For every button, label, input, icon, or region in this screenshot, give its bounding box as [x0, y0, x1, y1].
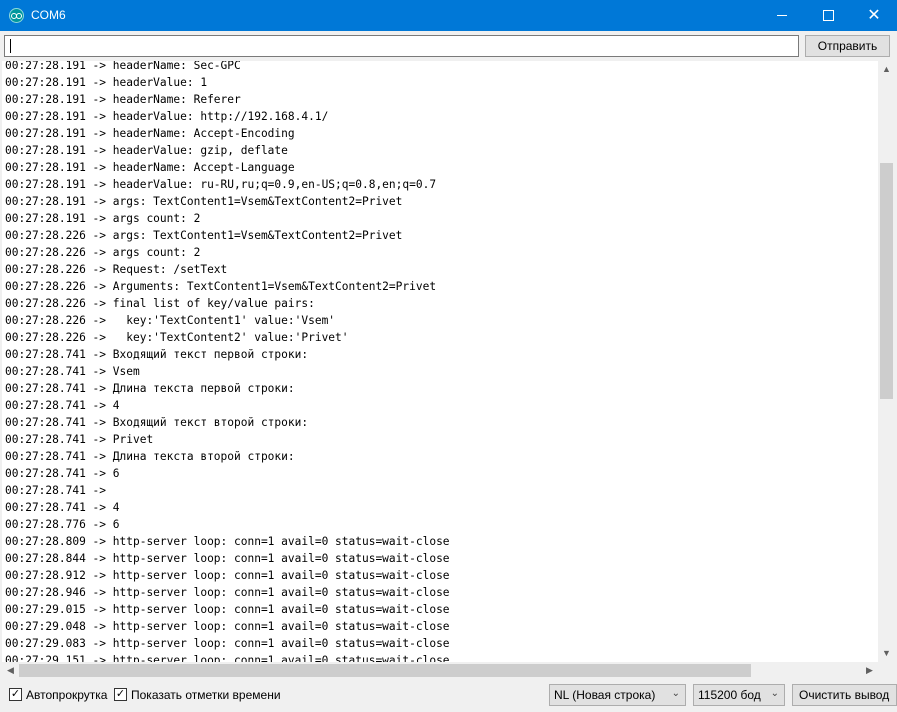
horizontal-scrollbar[interactable]: ◀ ▶ — [2, 662, 878, 679]
output-line: 00:27:28.191 -> headerName: Accept-Langu… — [5, 161, 295, 174]
output-line: 00:27:28.191 -> headerName: Referer — [5, 93, 241, 106]
output-line: 00:27:28.226 -> key:'TextContent1' value… — [5, 314, 336, 327]
output-line: 00:27:28.191 -> headerName: Accept-Encod… — [5, 127, 295, 140]
send-button[interactable]: Отправить — [805, 35, 890, 57]
baud-rate-value: 115200 бод — [698, 688, 761, 702]
send-toolbar: Отправить — [0, 31, 897, 61]
timestamps-checkbox[interactable]: ✓ — [114, 688, 127, 701]
output-line: 00:27:28.191 -> args: TextContent1=Vsem&… — [5, 195, 403, 208]
clear-output-button[interactable]: Очистить вывод — [792, 684, 897, 706]
horizontal-scroll-thumb[interactable] — [19, 664, 751, 677]
output-line: 00:27:28.741 -> Входящий текст второй ст… — [5, 416, 309, 429]
output-line: 00:27:28.191 -> headerName: Sec-GPC — [5, 61, 241, 72]
output-line: 00:27:29.015 -> http-server loop: conn=1… — [5, 603, 450, 616]
autoscroll-label: Автопрокрутка — [26, 688, 108, 702]
output-line: 00:27:28.809 -> http-server loop: conn=1… — [5, 535, 450, 548]
autoscroll-checkbox[interactable]: ✓ — [9, 688, 22, 701]
output-line: 00:27:28.226 -> Request: /setText — [5, 263, 228, 276]
close-button[interactable]: ✕ — [851, 0, 897, 31]
send-input[interactable] — [4, 35, 799, 57]
output-lines: 00:27:28.191 -> headerName: Sec-GPC 00:27… — [5, 61, 450, 662]
minimize-button[interactable] — [759, 0, 805, 31]
output-line: 00:27:29.048 -> http-server loop: conn=1… — [5, 620, 450, 633]
output-line: 00:27:28.226 -> final list of key/value … — [5, 297, 315, 310]
output-line: 00:27:28.191 -> args count: 2 — [5, 212, 201, 225]
chevron-down-icon: ⌄ — [770, 688, 779, 699]
output-line: 00:27:28.741 -> — [5, 484, 113, 497]
line-ending-value: NL (Новая строка) — [554, 688, 656, 702]
output-line: 00:27:28.946 -> http-server loop: conn=1… — [5, 586, 450, 599]
output-line: 00:27:28.741 -> 6 — [5, 467, 120, 480]
output-line: 00:27:28.741 -> Длина текста второй стро… — [5, 450, 295, 463]
scroll-corner — [878, 662, 895, 679]
line-ending-select[interactable]: NL (Новая строка) ⌄ — [549, 684, 686, 706]
output-line: 00:27:28.191 -> headerValue: 1 — [5, 76, 208, 89]
output-line: 00:27:29.083 -> http-server loop: conn=1… — [5, 637, 450, 650]
maximize-icon — [822, 10, 834, 21]
output-line: 00:27:28.226 -> key:'TextContent2' value… — [5, 331, 349, 344]
output-line: 00:27:28.741 -> 4 — [5, 501, 120, 514]
vertical-scroll-thumb[interactable] — [880, 163, 893, 399]
vertical-scrollbar[interactable]: ▲ ▼ — [878, 61, 895, 662]
output-line: 00:27:28.191 -> headerValue: http://192.… — [5, 110, 329, 123]
scroll-left-arrow-icon[interactable]: ◀ — [2, 662, 19, 679]
output-line: 00:27:28.741 -> Длина текста первой стро… — [5, 382, 295, 395]
output-line: 00:27:28.741 -> Входящий текст первой ст… — [5, 348, 309, 361]
output-line: 00:27:28.741 -> Privet — [5, 433, 154, 446]
chevron-down-icon: ⌄ — [671, 688, 680, 699]
status-bar: ✓ Автопрокрутка ✓ Показать отметки време… — [0, 679, 897, 712]
text-cursor — [10, 39, 11, 53]
maximize-button[interactable] — [805, 0, 851, 31]
output-line: 00:27:28.226 -> args count: 2 — [5, 246, 201, 259]
window-title: COM6 — [31, 8, 66, 22]
output-line: 00:27:28.741 -> Vsem — [5, 365, 140, 378]
arduino-icon — [9, 8, 24, 23]
output-line: 00:27:28.741 -> 4 — [5, 399, 120, 412]
serial-output[interactable]: 00:27:28.191 -> headerName: Sec-GPC 00:27… — [2, 61, 878, 662]
scroll-right-arrow-icon[interactable]: ▶ — [861, 662, 878, 679]
output-line: 00:27:28.226 -> Arguments: TextContent1=… — [5, 280, 437, 293]
output-line: 00:27:29.151 -> http-server loop: conn=1… — [5, 654, 450, 662]
title-bar: COM6 ✕ — [0, 0, 897, 31]
minimize-icon — [777, 15, 787, 16]
output-line: 00:27:28.191 -> headerValue: gzip, defla… — [5, 144, 288, 157]
scroll-down-arrow-icon[interactable]: ▼ — [878, 645, 895, 662]
output-line: 00:27:28.776 -> 6 — [5, 518, 120, 531]
close-icon: ✕ — [867, 6, 881, 24]
output-line: 00:27:28.844 -> http-server loop: conn=1… — [5, 552, 450, 565]
baud-rate-select[interactable]: 115200 бод ⌄ — [693, 684, 785, 706]
output-line: 00:27:28.226 -> args: TextContent1=Vsem&… — [5, 229, 403, 242]
scroll-up-arrow-icon[interactable]: ▲ — [878, 61, 895, 78]
timestamps-label: Показать отметки времени — [131, 688, 281, 702]
output-line: 00:27:28.912 -> http-server loop: conn=1… — [5, 569, 450, 582]
output-line: 00:27:28.191 -> headerValue: ru-RU,ru;q=… — [5, 178, 437, 191]
